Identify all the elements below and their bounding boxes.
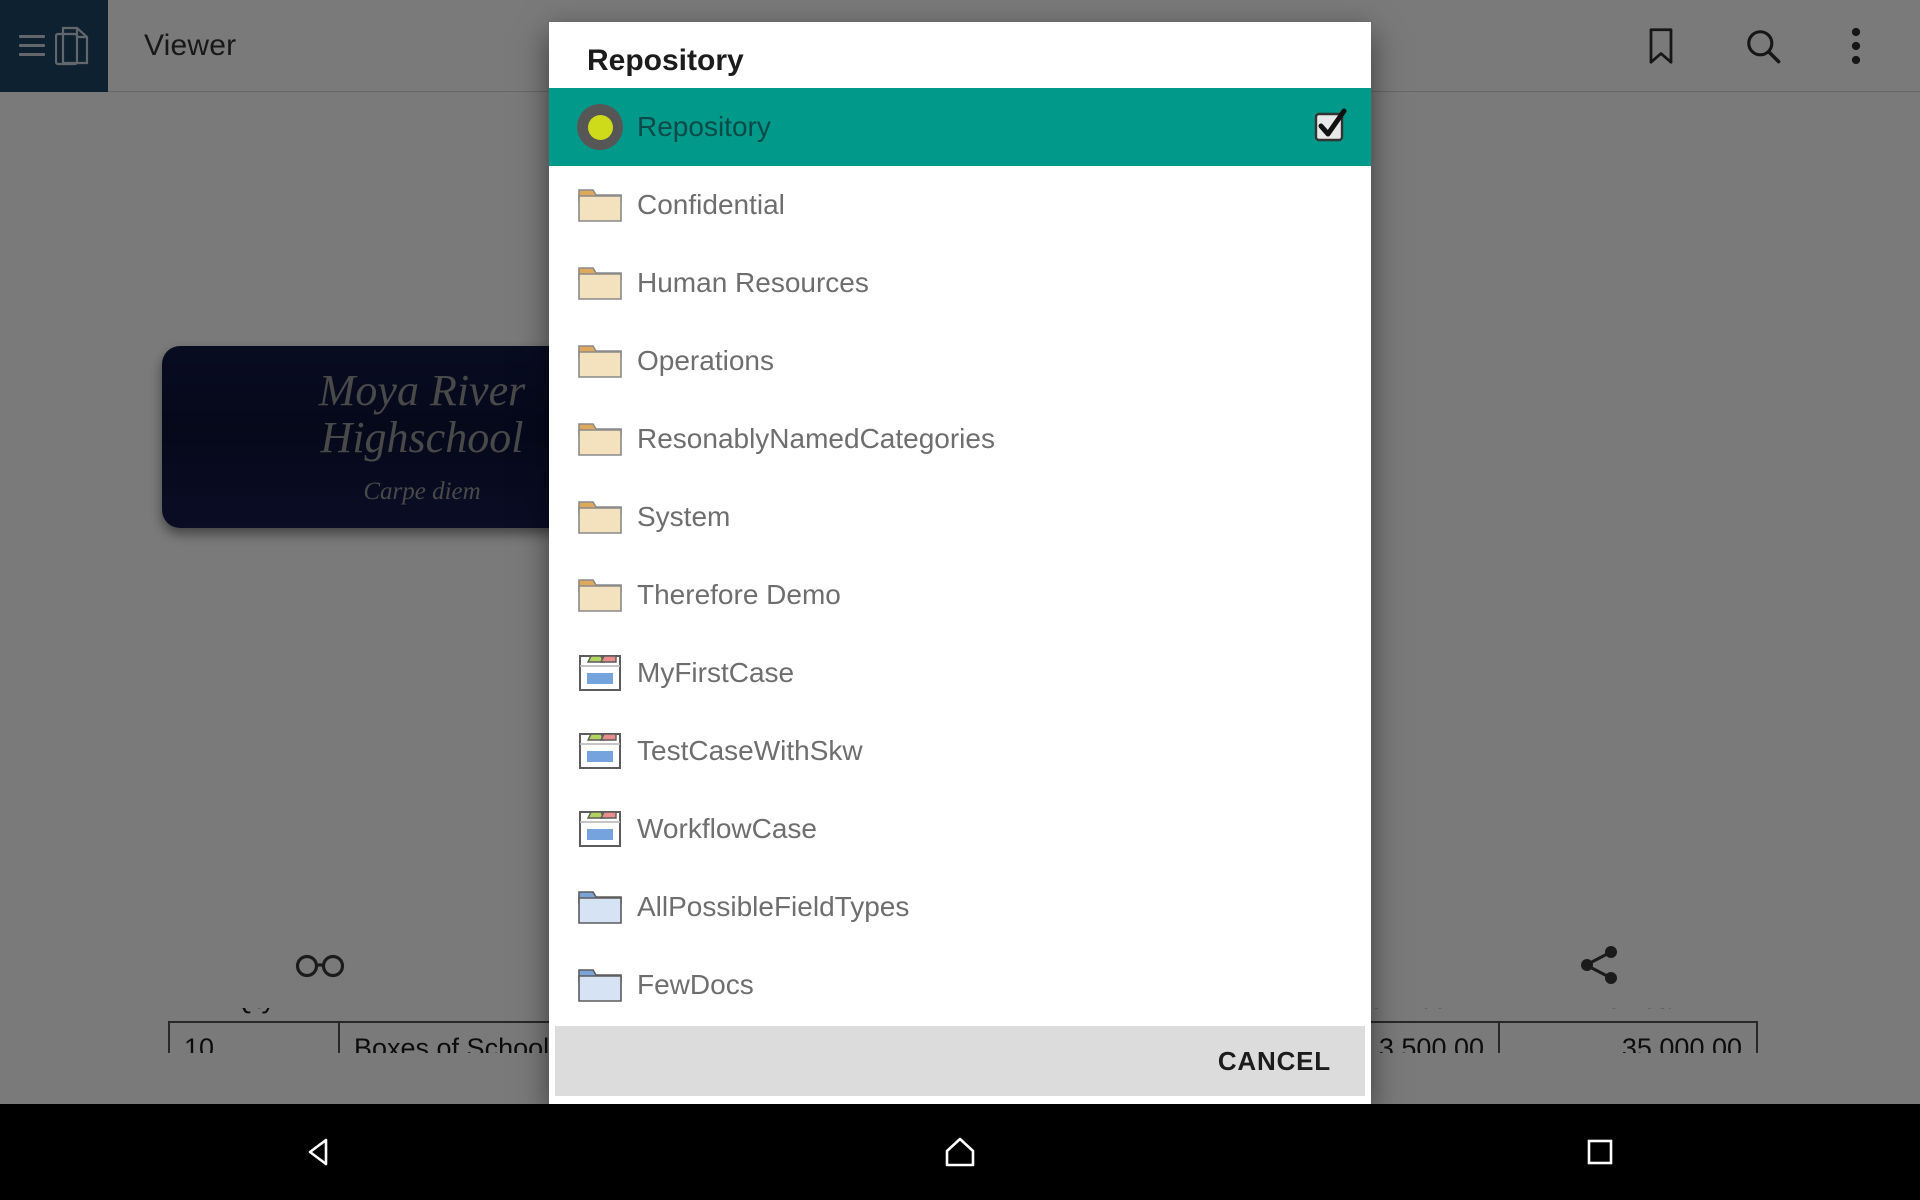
list-item-confidential[interactable]: Confidential [549, 166, 1371, 244]
nav-slot [640, 1134, 1280, 1170]
list-item-label: TestCaseWithSkw [637, 735, 863, 767]
list-item-myfirstcase[interactable]: MyFirstCase [549, 634, 1371, 712]
list-item-operations[interactable]: Operations [549, 322, 1371, 400]
list-item-label: Therefore Demo [637, 579, 841, 611]
list-item-fewdocs[interactable]: FewDocs [549, 946, 1371, 1024]
list-item-label: AllPossibleFieldTypes [637, 891, 909, 923]
list-item-label: WorkflowCase [637, 813, 817, 845]
checkbox-checked[interactable] [1311, 106, 1349, 149]
folder-icon [563, 419, 637, 459]
list-item-allpossiblefieldtypes[interactable]: AllPossibleFieldTypes [549, 868, 1371, 946]
dialog-title: Repository [549, 22, 1371, 88]
list-item-human-resources[interactable]: Human Resources [549, 244, 1371, 322]
list-item-label: Human Resources [637, 267, 869, 299]
repository-picker-dialog: Repository Repository [549, 22, 1371, 1106]
list-item-label: FewDocs [637, 969, 754, 1001]
repository-tree-list[interactable]: Repository Confidential [549, 88, 1371, 1026]
list-item-label: System [637, 501, 730, 533]
repository-icon [563, 104, 637, 150]
list-item-label: MyFirstCase [637, 657, 794, 689]
list-item-workflowcase[interactable]: WorkflowCase [549, 790, 1371, 868]
list-item-therefore-demo[interactable]: Therefore Demo [549, 556, 1371, 634]
case-icon [563, 730, 637, 772]
android-navigation-bar [0, 1104, 1920, 1200]
list-item-label: ResonablyNamedCategories [637, 423, 995, 455]
recents-nav-icon[interactable] [1584, 1136, 1616, 1168]
folder-icon [563, 575, 637, 615]
blue-folder-icon [563, 887, 637, 927]
dialog-action-bar: CANCEL [555, 1026, 1365, 1096]
list-item-resonablynamedcategories[interactable]: ResonablyNamedCategories [549, 400, 1371, 478]
list-item-label: Operations [637, 345, 774, 377]
case-icon [563, 808, 637, 850]
folder-icon [563, 185, 637, 225]
list-item-label: Repository [637, 111, 771, 143]
nav-slot [1280, 1136, 1920, 1168]
list-item-system[interactable]: System [549, 478, 1371, 556]
blue-folder-icon [563, 965, 637, 1005]
list-item-label: Confidential [637, 189, 785, 221]
home-nav-icon[interactable] [941, 1134, 979, 1170]
folder-icon [563, 497, 637, 537]
screen: Viewer Moya River Highsch [0, 0, 1920, 1200]
folder-icon [563, 263, 637, 303]
list-item-testcasewithskw[interactable]: TestCaseWithSkw [549, 712, 1371, 790]
nav-slot [0, 1134, 640, 1170]
list-item-repository[interactable]: Repository [549, 88, 1371, 166]
cancel-button[interactable]: CANCEL [1218, 1046, 1331, 1077]
folder-icon [563, 341, 637, 381]
back-nav-icon[interactable] [302, 1134, 338, 1170]
case-icon [563, 652, 637, 694]
